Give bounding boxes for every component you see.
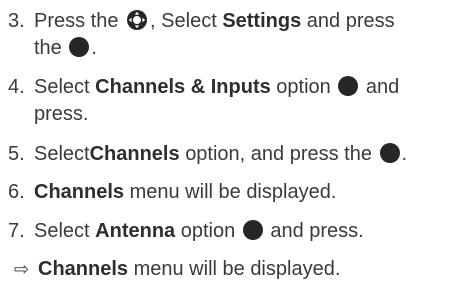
step-number: 6.: [8, 181, 25, 203]
step-6: 6. Channels menu will be displayed.: [8, 179, 470, 206]
step-text: .: [401, 143, 408, 165]
ok-button-icon: [69, 37, 90, 57]
channels-inputs-label: Channels & Inputs: [95, 76, 271, 98]
step-4: 4. Select Channels & Inputs option and pr…: [8, 74, 470, 128]
dpad-icon: [127, 10, 148, 30]
step-7: 7. Select Antenna option and press.: [8, 218, 470, 245]
result-text: menu will be displayed.: [133, 258, 341, 280]
step-continuation: press.: [8, 101, 470, 128]
step-text: option, and press the: [185, 143, 372, 165]
step-text: Select: [34, 220, 90, 242]
step-text: , Select: [150, 10, 217, 32]
step-text: menu will be displayed.: [129, 181, 337, 203]
channels-label: Channels: [34, 181, 125, 203]
arrow-right-icon: ⇨: [14, 259, 30, 279]
step-result: ⇨ Channels menu will be displayed.: [14, 256, 470, 283]
step-number: 4.: [8, 76, 25, 98]
step-text: .: [91, 37, 97, 59]
settings-label: Settings: [222, 10, 302, 32]
antenna-label: Antenna: [95, 220, 176, 242]
step-number: 3.: [8, 10, 25, 32]
step-text: press.: [34, 103, 89, 125]
channels-label: Channels: [89, 143, 180, 165]
step-continuation: the .: [8, 35, 470, 62]
step-text: and press.: [270, 220, 364, 242]
step-text: and press: [306, 10, 395, 32]
step-text: Select: [34, 76, 90, 98]
step-number: 7.: [8, 220, 25, 242]
ok-button-icon: [242, 220, 263, 240]
step-text: option: [180, 220, 236, 242]
step-text: option: [276, 76, 331, 98]
step-text: and: [365, 76, 400, 98]
step-text: Press the: [34, 10, 119, 32]
step-number: 5.: [8, 143, 25, 165]
step-5: 5. SelectChannels option, and press the .: [8, 141, 470, 168]
ok-button-icon: [379, 143, 400, 163]
channels-label: Channels: [38, 258, 129, 280]
ok-button-icon: [338, 76, 359, 96]
step-text: the: [34, 37, 62, 59]
instruction-document: 3. Press the , Select Settings and press …: [0, 0, 475, 296]
step-3: 3. Press the , Select Settings and press …: [8, 8, 470, 62]
step-text: Select: [34, 143, 90, 165]
